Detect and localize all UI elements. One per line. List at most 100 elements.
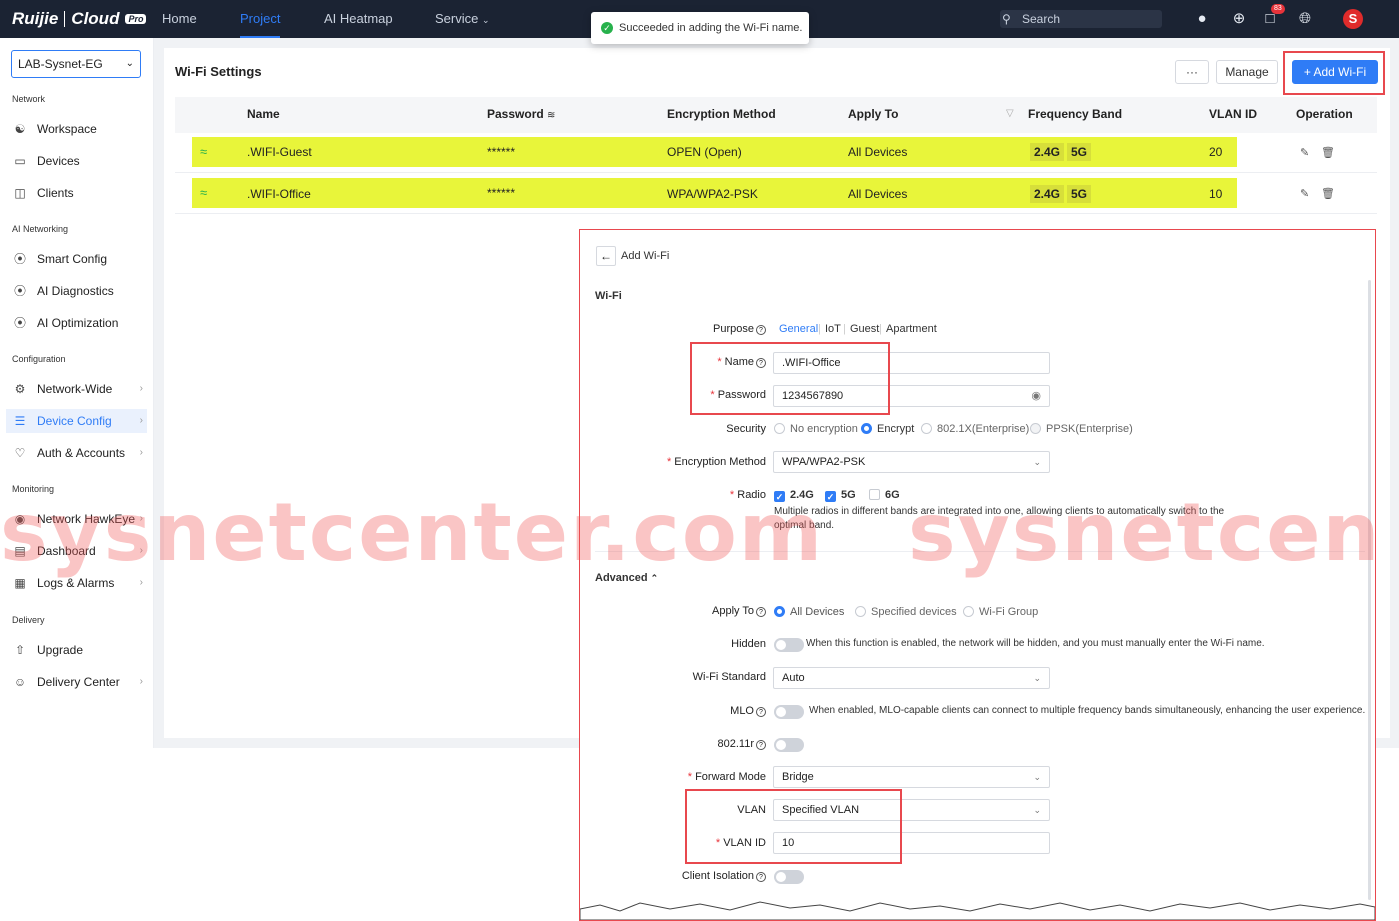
encryption-label: * Encryption Method: [566, 456, 766, 468]
forward-mode-select[interactable]: Bridge ⌄: [773, 766, 1050, 788]
forward-mode-value: Bridge: [782, 771, 814, 783]
hidden-toggle[interactable]: [774, 638, 804, 652]
sidebar-item-delivery-center[interactable]: ☺ Delivery Center ›: [6, 670, 147, 694]
nav-home[interactable]: Home: [162, 0, 197, 38]
security-encrypt[interactable]: Encrypt: [861, 423, 914, 435]
chevron-right-icon: ›: [139, 383, 143, 394]
option-label: 5G: [841, 489, 856, 501]
mlo-toggle[interactable]: [774, 705, 804, 719]
back-arrow-icon[interactable]: ←: [596, 246, 616, 266]
mlo-note: When enabled, MLO-capable clients can co…: [809, 705, 1366, 716]
sidebar-item-network-wide[interactable]: ⚙ Network-Wide ›: [6, 377, 147, 401]
brand-text: Ruijie: [12, 9, 59, 28]
radio-6g-checkbox[interactable]: 6G: [869, 489, 900, 501]
sidebar-item-workspace[interactable]: ☯ Workspace: [6, 117, 147, 141]
annotation-box-vlan: [685, 789, 902, 864]
edit-icon[interactable]: ✎: [1300, 146, 1309, 159]
sidebar: LAB-Sysnet-EG ⌄ Network ☯ Workspace ▭ Devic…: [0, 38, 154, 748]
client-isolation-toggle[interactable]: [774, 870, 804, 884]
notification-count-badge: 83: [1271, 4, 1285, 14]
encryption-label-text: Encryption Method: [674, 456, 766, 468]
purpose-divider: |: [818, 323, 821, 335]
eye-off-icon[interactable]: ≋: [547, 110, 555, 121]
purpose-apartment[interactable]: Apartment: [886, 323, 937, 335]
add-circle-icon[interactable]: ⊕: [1229, 9, 1249, 29]
section-delivery: Delivery: [12, 615, 45, 625]
optimization-icon: ⦿: [13, 316, 26, 330]
cell-name: .WIFI-Office: [247, 187, 311, 201]
sidebar-item-devices[interactable]: ▭ Devices: [6, 149, 147, 173]
sidebar-item-auth-accounts[interactable]: ♡ Auth & Accounts ›: [6, 441, 147, 465]
sidebar-item-label: AI Diagnostics: [37, 284, 114, 298]
chevron-right-icon: ›: [139, 447, 143, 458]
sidebar-item-label: Delivery Center: [37, 675, 120, 689]
more-button[interactable]: ···: [1175, 60, 1209, 84]
security-8021x[interactable]: 802.1X(Enterprise): [921, 423, 1029, 435]
edit-icon[interactable]: ✎: [1300, 187, 1309, 200]
project-selector[interactable]: LAB-Sysnet-EG ⌄: [11, 50, 141, 78]
help-icon[interactable]: ?: [756, 325, 766, 335]
help-icon[interactable]: ?: [756, 607, 766, 617]
sidebar-item-device-config[interactable]: ☰ Device Config ›: [6, 409, 147, 433]
radio-5g-checkbox[interactable]: ✓ 5G: [825, 489, 856, 502]
shield-icon: ♡: [14, 446, 26, 460]
help-icon[interactable]: ?: [756, 872, 766, 882]
sidebar-item-upgrade[interactable]: ⇧ Upgrade: [6, 638, 147, 662]
purpose-general[interactable]: General: [779, 323, 818, 335]
watermark-right: sysnetcen: [908, 486, 1382, 579]
gear-icon: ⚙: [14, 382, 26, 396]
panel-title: Add Wi-Fi: [621, 250, 670, 262]
nav-ai-heatmap[interactable]: AI Heatmap: [324, 0, 393, 38]
panel-scrollbar[interactable]: [1368, 280, 1371, 900]
chevron-down-icon: ⌄: [1033, 805, 1041, 815]
device-icon: ▭: [14, 154, 26, 168]
nav-project[interactable]: Project: [240, 0, 281, 38]
chevron-down-icon: ⌄: [1033, 772, 1041, 782]
delete-icon[interactable]: 🗑︎: [1321, 146, 1335, 159]
encryption-method-select[interactable]: WPA/WPA2-PSK ⌄: [773, 451, 1050, 473]
apply-specified-devices[interactable]: Specified devices: [855, 606, 957, 618]
radio-button: [963, 606, 974, 617]
help-icon[interactable]: ?: [756, 740, 766, 750]
filter-icon[interactable]: ▽: [1006, 108, 1014, 119]
sidebar-item-smart-config[interactable]: ⦿ Smart Config: [6, 247, 147, 271]
user-avatar[interactable]: S: [1343, 9, 1363, 29]
manage-button[interactable]: Manage: [1216, 60, 1278, 84]
chevron-down-icon: ⌄: [481, 15, 490, 25]
forward-mode-label: * Forward Mode: [566, 771, 766, 783]
sidebar-item-label: Auth & Accounts: [37, 446, 126, 460]
sidebar-item-ai-diagnostics[interactable]: ⦿ AI Diagnostics: [6, 279, 147, 303]
smart-config-icon: ⦿: [13, 252, 26, 266]
help-icon[interactable]: ?: [756, 707, 766, 717]
ruijie-cloud-logo[interactable]: Ruijie Cloud Pro: [12, 9, 147, 29]
search-input[interactable]: ⚲ Search: [1000, 10, 1162, 28]
globe-icon[interactable]: 🌐︎: [1295, 9, 1315, 29]
hidden-label: Hidden: [731, 638, 766, 650]
chevron-right-icon: ›: [139, 676, 143, 687]
80211r-toggle[interactable]: [774, 738, 804, 752]
eye-icon[interactable]: ◉: [1031, 386, 1041, 406]
watermark-left: sysnetcenter.com: [0, 486, 825, 579]
80211r-label-text: 802.11r: [717, 738, 755, 750]
required-mark: *: [687, 771, 696, 783]
radio-button: [855, 606, 866, 617]
mlo-label: MLO?: [566, 705, 766, 717]
apply-all-devices[interactable]: All Devices: [774, 606, 844, 618]
apply-wifi-group[interactable]: Wi-Fi Group: [963, 606, 1038, 618]
radio-button: [861, 423, 872, 434]
diagnostics-icon: ⦿: [13, 284, 26, 298]
security-no-encryption[interactable]: No encryption: [774, 423, 858, 435]
sidebar-item-ai-optimization[interactable]: ⦿ AI Optimization: [6, 311, 147, 335]
robot-assistant-icon[interactable]: ●: [1192, 9, 1212, 29]
page-title: Wi-Fi Settings: [175, 64, 262, 79]
security-ppsk[interactable]: PPSK(Enterprise): [1030, 423, 1133, 435]
nav-service[interactable]: Service ⌄: [435, 0, 490, 38]
delete-icon[interactable]: 🗑︎: [1321, 187, 1335, 200]
purpose-divider: |: [843, 323, 846, 335]
wifi-standard-select[interactable]: Auto ⌄: [773, 667, 1050, 689]
sidebar-item-clients[interactable]: ◫ Clients: [6, 181, 147, 205]
purpose-iot[interactable]: IoT: [825, 323, 841, 335]
nav-service-label: Service: [435, 11, 479, 26]
purpose-guest[interactable]: Guest: [850, 323, 879, 335]
column-apply-to: Apply To: [848, 107, 899, 121]
